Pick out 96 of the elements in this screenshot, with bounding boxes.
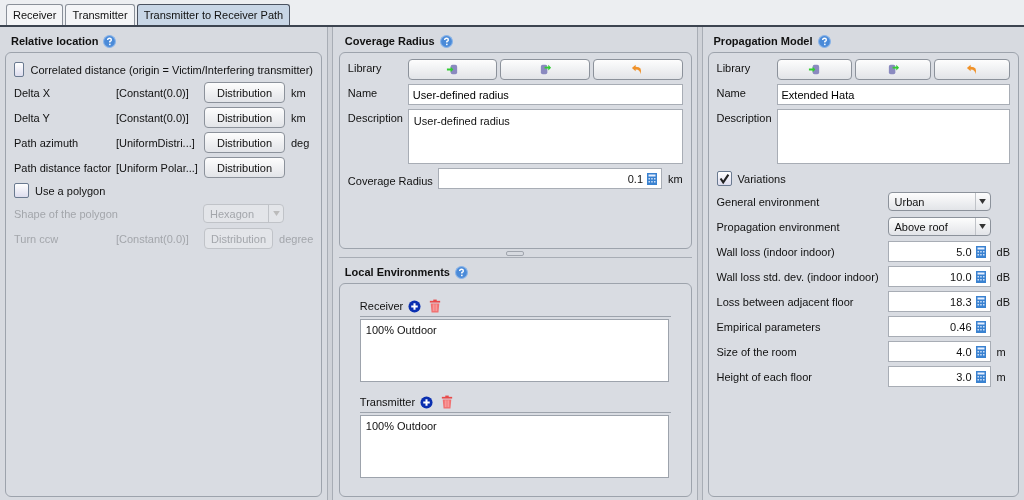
field-label: Name [716,86,747,99]
unit-label: dB [996,270,1010,283]
caret-icon [272,211,280,216]
section-title: Relative location [11,35,99,47]
number-field[interactable]: 0.46 [887,316,991,337]
section-title: Propagation Model [713,35,813,47]
delete-icon[interactable] [441,395,454,409]
field-label: Wall loss std. dev. (indoor indoor) [716,270,880,283]
list-item[interactable]: 100% Outdoor [365,420,663,432]
section-title: Coverage Radius [344,35,435,47]
database-arrow-icon [538,63,552,76]
unit-label: dB [996,245,1010,258]
list-item[interactable]: 100% Outdoor [365,324,663,336]
calculator-icon[interactable] [647,172,657,185]
unit-label: m [996,370,1006,383]
calculator-icon[interactable] [975,370,986,383]
add-icon[interactable] [408,299,422,313]
description-field[interactable] [776,109,1010,164]
distribution-button[interactable]: Distribution [204,82,285,103]
list-label: Transmitter [359,396,416,408]
distribution-button[interactable]: Distribution [204,132,285,153]
distribution-value: [Constant(0.0)] [116,86,190,99]
checkbox-label: Use a polygon [35,184,106,197]
number-field[interactable]: 4.0 [887,341,991,362]
checkbox[interactable] [716,171,732,186]
field-label: Library [347,61,383,74]
database-arrow-icon [886,63,900,76]
unit-label: km [291,111,306,124]
field-label: Wall loss (indoor indoor) [716,245,836,258]
field-label: Height of each floor [716,370,813,383]
calculator-icon[interactable] [975,270,986,283]
name-field[interactable]: User-defined radius [407,84,683,105]
unit-label: m [996,345,1006,358]
undo-icon [965,63,979,76]
field-label: Path distance factor [14,161,113,174]
field-label: Empirical parameters [716,320,822,333]
undo-button[interactable] [934,59,1010,80]
splitter-handle[interactable] [506,250,525,256]
calculator-icon[interactable] [975,345,986,358]
number-field[interactable]: 3.0 [887,366,991,387]
field-label: Description [716,111,773,124]
help-icon[interactable] [455,265,468,279]
undo-button[interactable] [593,59,683,80]
section-title: Local Environments [344,266,450,278]
help-icon[interactable] [103,34,117,48]
name-field[interactable]: Extended Hata [776,84,1010,105]
dropdown[interactable]: Urban [887,192,991,211]
checkbox-label: Variations [737,172,786,185]
field-label: Propagation environment [716,220,841,233]
help-icon[interactable] [817,34,831,48]
calculator-icon[interactable] [975,295,986,308]
number-field[interactable]: 18.3 [887,291,991,312]
field-label: Loss between adjacent floor [716,295,855,308]
field-label: Delta Y [14,111,51,124]
calculator-icon[interactable] [975,245,986,258]
dropdown[interactable]: Above roof [887,217,991,236]
field-label: Description [347,111,404,124]
caret-icon [979,224,987,229]
database-arrow-icon [807,63,821,76]
field-label: Path azimuth [14,136,80,149]
distribution-button[interactable]: Distribution [204,107,285,128]
coverage-radius-field[interactable]: 0.1 [437,168,662,189]
add-icon[interactable] [420,395,434,409]
checkbox[interactable] [14,62,25,77]
caret-icon [979,199,987,204]
tab[interactable]: Transmitter to Receiver Path [136,4,291,25]
list-label: Receiver [359,300,404,312]
unit-label: dB [996,295,1010,308]
help-icon[interactable] [439,34,453,48]
calculator-icon[interactable] [975,320,986,333]
database-arrow-icon [446,63,460,76]
number-field[interactable]: 5.0 [887,241,991,262]
export-button[interactable] [500,59,591,80]
field-label: Library [716,61,752,74]
unit-label: km [291,86,306,99]
description-field[interactable]: User-defined radius [407,109,683,164]
field-label: Name [347,86,379,99]
distribution-value: [Uniform Polar...] [116,161,199,174]
distribution-value: [Constant(0.0)] [116,111,190,124]
number-field[interactable]: 10.0 [887,266,991,287]
tab[interactable]: Receiver [6,4,64,25]
distribution-button[interactable]: Distribution [204,157,285,178]
unit-label: deg [291,136,310,149]
tab[interactable]: Transmitter [65,4,135,25]
field-label: Size of the room [716,345,798,358]
field-label: General environment [716,195,821,208]
checkbox[interactable] [14,183,29,198]
field-label: Coverage Radius [347,173,434,187]
checkbox-label: Correlated distance (origin = Victim/Interfering transmitter) [30,63,313,76]
export-button[interactable] [855,59,932,80]
field-label: Delta X [14,86,52,99]
unit-label: km [668,172,683,185]
import-button[interactable] [776,59,853,80]
delete-icon[interactable] [429,299,442,313]
import-button[interactable] [407,59,498,80]
distribution-value: [UniformDistri...] [116,136,196,149]
